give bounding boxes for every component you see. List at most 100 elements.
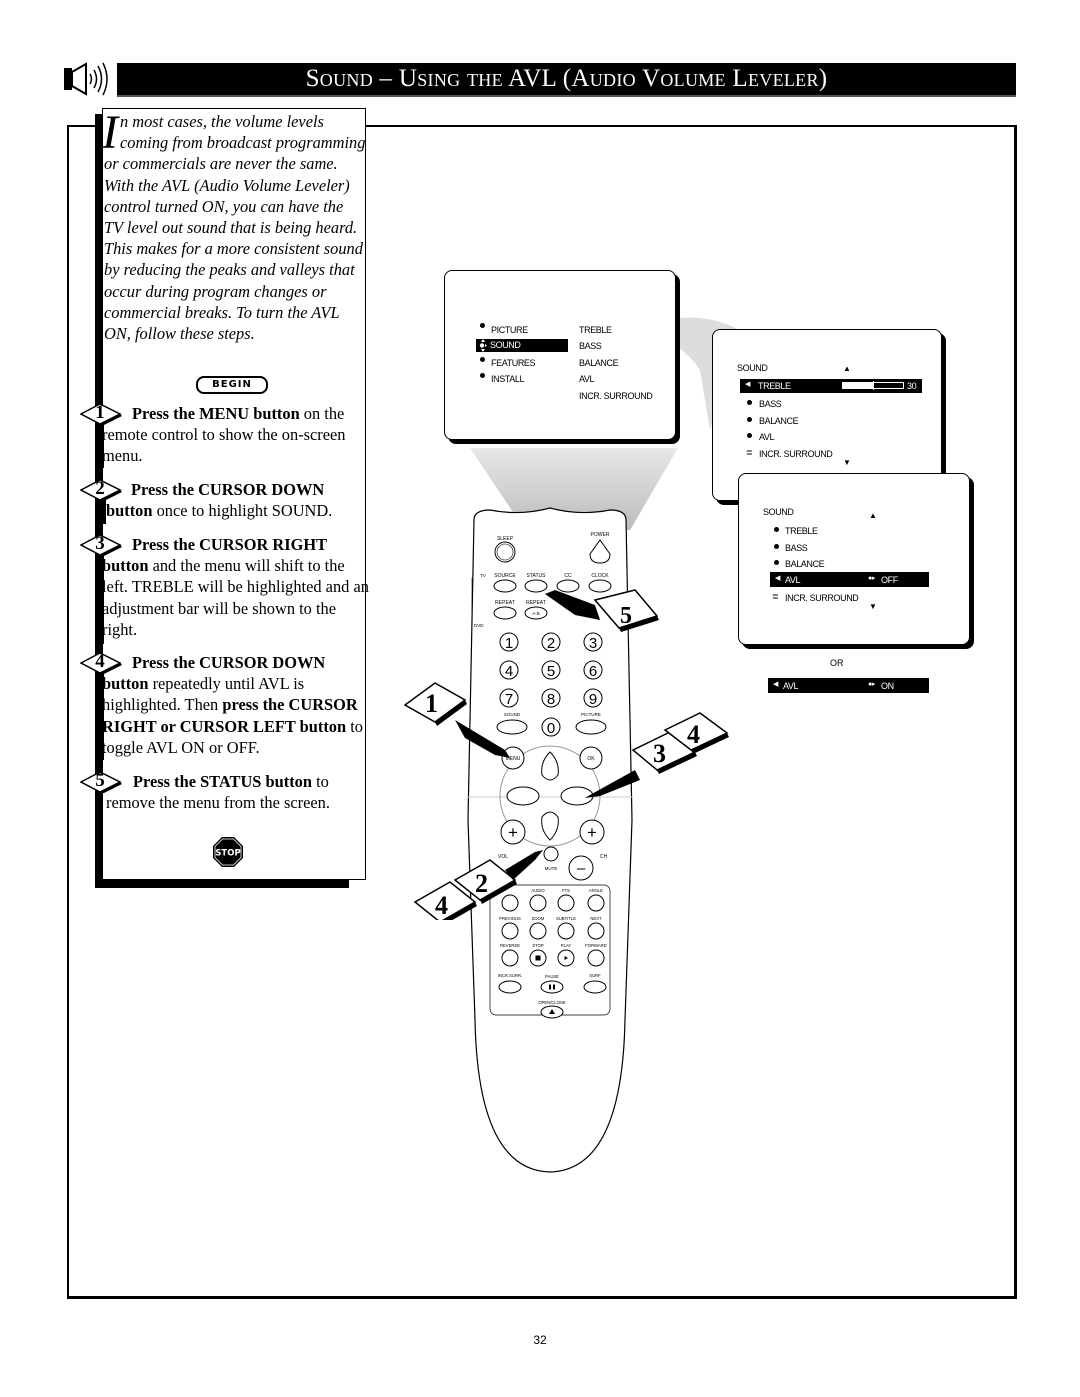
title-bar: Sound – Using the AVL (Audio Volume Leve…: [117, 63, 1016, 97]
svg-text:SOURCE: SOURCE: [494, 573, 516, 579]
zoom-button[interactable]: [529, 922, 547, 940]
menu-item-treble[interactable]: TREBLE: [785, 526, 818, 536]
pause-button[interactable]: [540, 980, 564, 994]
svg-text:2: 2: [475, 869, 488, 898]
bullet-icon: [774, 544, 779, 549]
drop-cap: I: [102, 106, 118, 159]
bullet-icon: [747, 417, 752, 422]
treble-slider[interactable]: [842, 381, 904, 390]
osd-main-menu: PICTURE SOUND FEATURES INSTALL TREBLE BA…: [444, 270, 676, 440]
menu-item-bass[interactable]: BASS: [759, 399, 782, 409]
menu-item-features[interactable]: FEATURES: [491, 358, 536, 368]
previous-button[interactable]: [501, 922, 519, 940]
callout-1: 1: [403, 682, 510, 758]
sleep-button[interactable]: [494, 541, 516, 563]
speaker-icon: [64, 62, 108, 96]
svg-text:TV: TV: [480, 573, 486, 578]
left-arrow-icon: ◀: [775, 575, 780, 582]
svg-text:1: 1: [425, 689, 438, 718]
callout-5: 5: [545, 589, 659, 632]
bullet-icon: [480, 373, 485, 378]
svg-text:INCR.SURR.: INCR.SURR.: [498, 973, 522, 978]
menu-item-sound-selected[interactable]: SOUND: [476, 339, 568, 352]
treble-slider-fill: [843, 383, 873, 388]
svg-text:STATUS: STATUS: [527, 573, 547, 579]
menu-item-avl[interactable]: AVL: [759, 432, 775, 442]
sleep-label: SLEEP: [497, 536, 514, 542]
svg-text:4: 4: [687, 720, 700, 749]
bullet-icon: [747, 400, 752, 405]
bullet-icon: [747, 433, 752, 438]
step-5-text: Press the STATUS button to remove the me…: [106, 772, 330, 813]
svg-text:STOP: STOP: [532, 943, 544, 948]
svg-text:CC: CC: [564, 573, 572, 579]
subtitle-button[interactable]: [557, 922, 575, 940]
toggle-cursor-icon: ●▸: [868, 681, 875, 688]
left-arrow-icon: ◀: [745, 381, 750, 388]
left-arrow-icon: ◀: [773, 681, 778, 688]
svg-text:SURF: SURF: [589, 973, 601, 978]
menu-item-install[interactable]: INSTALL: [491, 374, 524, 384]
svg-text:REVERSE: REVERSE: [500, 943, 520, 948]
menu-item-balance[interactable]: BALANCE: [759, 416, 799, 426]
or-label: OR: [830, 658, 844, 668]
svg-text:STOP: STOP: [215, 849, 240, 859]
stack-icon: ≣: [772, 592, 779, 601]
svg-text:PAUSE: PAUSE: [545, 974, 559, 979]
svg-text:OPEN/CLOSE: OPEN/CLOSE: [538, 1000, 565, 1005]
svg-text:4: 4: [435, 891, 448, 920]
submenu-item: INCR. SURROUND: [579, 391, 653, 401]
avl-value: OFF: [881, 575, 898, 585]
incr-surr-button[interactable]: [498, 980, 522, 994]
osd-sound-avl: SOUND ▲ TREBLE BASS BALANCE ◀ AVL ●▸ OFF…: [738, 473, 970, 645]
step-2-text: Press the CURSOR DOWN button once to hig…: [106, 480, 333, 521]
page-number: 32: [533, 1333, 547, 1347]
bullet-icon: [774, 560, 779, 565]
submenu-item: AVL: [579, 374, 595, 384]
submenu-item: BALANCE: [579, 358, 619, 368]
svg-text:3: 3: [653, 739, 666, 768]
menu-item-treble-selected[interactable]: ◀ TREBLE 30: [740, 379, 922, 393]
svg-text:PLAY: PLAY: [561, 943, 572, 948]
step-4-text: Press the CURSOR DOWN button repeatedly …: [102, 653, 363, 757]
menu-item-picture[interactable]: PICTURE: [491, 325, 528, 335]
next-button[interactable]: [587, 922, 605, 940]
intro-paragraph: In most cases, the volume levels coming …: [102, 106, 366, 344]
stack-icon: ≣: [746, 448, 753, 457]
osd-title: SOUND: [737, 363, 768, 373]
toggle-cursor-icon: ●▸: [868, 575, 875, 582]
bullet-icon: [480, 323, 485, 328]
updown-cursor-icon: [479, 339, 487, 352]
menu-item-balance[interactable]: BALANCE: [785, 559, 825, 569]
stop-sign-icon: STOP: [213, 837, 243, 867]
svg-text:FORWARD: FORWARD: [585, 943, 606, 948]
menu-item-bass[interactable]: BASS: [785, 543, 808, 553]
menu-item-incr-surround[interactable]: INCR. SURROUND: [759, 449, 833, 459]
down-arrow-icon: ▼: [869, 602, 877, 611]
svg-text:5: 5: [620, 603, 632, 629]
step-3-text: Press the CURSOR RIGHT button and the me…: [102, 535, 369, 639]
menu-item-incr-surround[interactable]: INCR. SURROUND: [785, 593, 859, 603]
callouts: 5 1 3 4 2 4: [403, 589, 729, 920]
osd-title: SOUND: [763, 507, 794, 517]
forward-button[interactable]: [587, 949, 605, 967]
surf-button[interactable]: [583, 980, 607, 994]
avl-on-value: ON: [881, 681, 894, 691]
up-arrow-icon: ▲: [843, 364, 851, 373]
bullet-icon: [774, 527, 779, 532]
reverse-button[interactable]: [501, 949, 519, 967]
svg-text:CLOCK: CLOCK: [591, 573, 609, 579]
down-arrow-icon: ▼: [843, 458, 851, 467]
intro-text: n most cases, the volume levels coming f…: [104, 112, 366, 344]
power-label: POWER: [591, 532, 610, 538]
menu-item-avl-selected[interactable]: ◀ AVL ●▸ OFF: [770, 572, 929, 587]
begin-badge: BEGIN: [196, 376, 268, 394]
bullet-icon: [480, 357, 485, 362]
treble-value: 30: [907, 381, 917, 391]
avl-on-row: ◀ AVL ●▸ ON: [768, 678, 929, 693]
treble-slider-knob[interactable]: [873, 381, 874, 390]
submenu-item: BASS: [579, 341, 602, 351]
up-arrow-icon: ▲: [869, 511, 877, 520]
page-title: Sound – Using the AVL (Audio Volume Leve…: [305, 65, 828, 92]
step-1-text: Press the MENU button on the remote cont…: [102, 404, 346, 466]
